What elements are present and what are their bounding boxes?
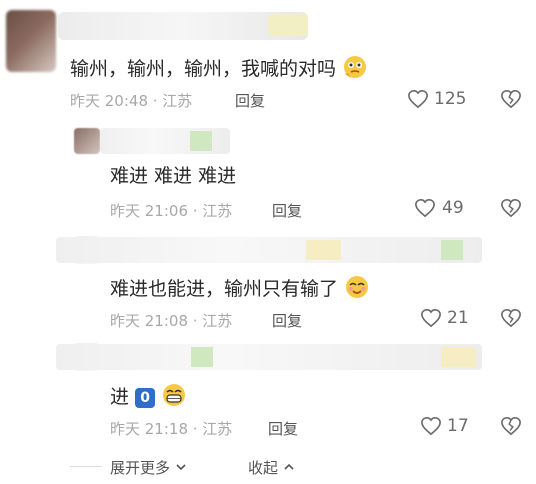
reply-button[interactable]: 回复 [272, 310, 302, 331]
reply-text: 难进 难进 难进 [110, 165, 237, 187]
username-blurred[interactable] [58, 12, 308, 40]
reply-meta: 昨天 21:08 · 江苏 [110, 312, 233, 330]
grinning-emoji-icon [163, 384, 186, 406]
heart-outline-icon[interactable] [420, 308, 442, 328]
smiling-emoji-icon [346, 276, 369, 298]
broken-heart-icon[interactable] [500, 308, 522, 328]
chevron-up-icon [284, 463, 294, 470]
broken-heart-icon[interactable] [500, 89, 522, 109]
like-count: 17 [447, 416, 469, 436]
collapse-button[interactable]: 收起 [248, 457, 295, 478]
reply-text: 难进也能进，输州只有输了 [110, 274, 370, 300]
reply-text: 进 0 [110, 382, 187, 408]
heart-outline-icon[interactable] [414, 198, 436, 218]
reply-meta: 昨天 21:06 · 江苏 [110, 202, 233, 220]
reply-avatar[interactable] [74, 128, 100, 154]
broken-heart-icon[interactable] [500, 416, 522, 436]
zero-badge: 0 [135, 388, 156, 408]
divider-line [70, 466, 102, 467]
reply-button[interactable]: 回复 [235, 90, 265, 111]
reply-username-blurred[interactable] [100, 128, 230, 154]
comment-meta: 昨天 20:48 · 江苏 [70, 92, 193, 110]
chevron-down-icon [176, 464, 186, 471]
reply-button[interactable]: 回复 [272, 200, 302, 221]
reply-username-blurred[interactable] [56, 344, 482, 370]
reply-meta: 昨天 21:18 · 江苏 [110, 420, 233, 438]
broken-heart-icon[interactable] [500, 198, 522, 218]
heart-outline-icon[interactable] [420, 416, 442, 436]
reply-button[interactable]: 回复 [268, 418, 298, 439]
like-count: 125 [434, 89, 467, 109]
reply-username-blurred[interactable] [56, 237, 482, 263]
avatar[interactable] [6, 10, 56, 72]
thinking-emoji-icon [344, 56, 367, 78]
like-count: 49 [442, 198, 464, 218]
comment-text: 输州，输州，输州，我喊的对吗 [70, 54, 368, 80]
like-count: 21 [447, 308, 469, 328]
expand-more-button[interactable]: 展开更多 [110, 457, 187, 478]
heart-outline-icon[interactable] [407, 89, 429, 109]
